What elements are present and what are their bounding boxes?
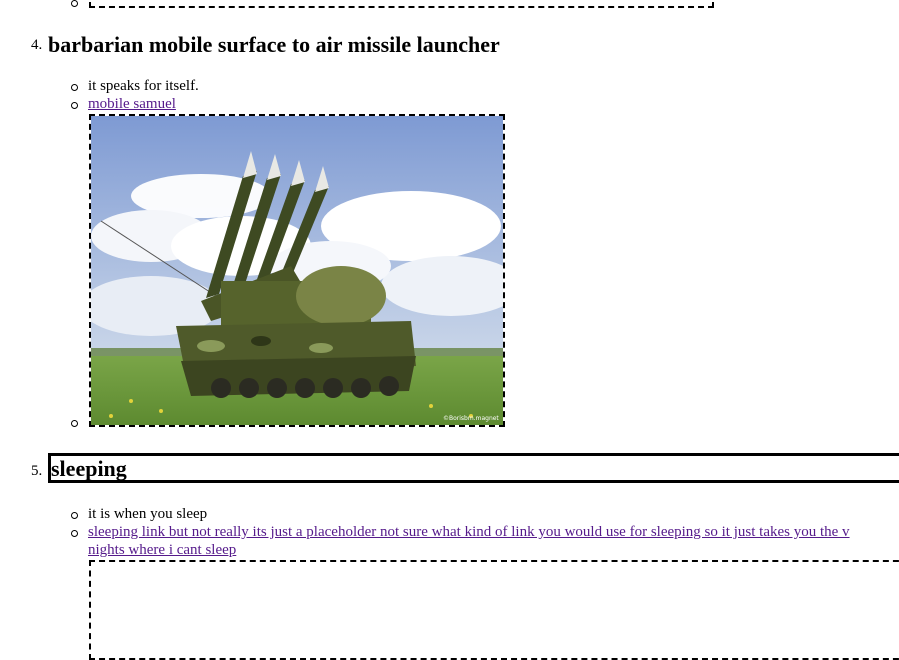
list-bullet [71, 420, 78, 427]
item-description: it is when you sleep [88, 506, 208, 522]
list-bullet [71, 102, 78, 109]
missile-launcher-image: ©Borisbm.magnet [91, 116, 503, 425]
list-bullet [71, 84, 78, 91]
item-link[interactable]: sleeping link but not really its just a … [88, 524, 850, 541]
item-number: 5. [31, 463, 43, 479]
image-watermark: ©Borisbm.magnet [443, 415, 499, 422]
item-media-frame [89, 560, 899, 660]
missile-launcher-image-frame: ©Borisbm.magnet [89, 114, 505, 427]
item-link-continued[interactable]: nights where i cant sleep [88, 542, 236, 559]
previous-item-media-frame [89, 0, 714, 8]
item-heading: sleeping [51, 456, 127, 481]
item-number: 4. [31, 37, 43, 53]
list-bullet [71, 512, 78, 519]
item-link[interactable]: mobile samuel [88, 96, 176, 113]
item-description: it speaks for itself. [88, 78, 199, 94]
item-heading: barbarian mobile surface to air missile … [48, 32, 500, 57]
list-bullet [71, 0, 78, 7]
item-heading-frame [48, 453, 899, 483]
list-bullet [71, 530, 78, 537]
